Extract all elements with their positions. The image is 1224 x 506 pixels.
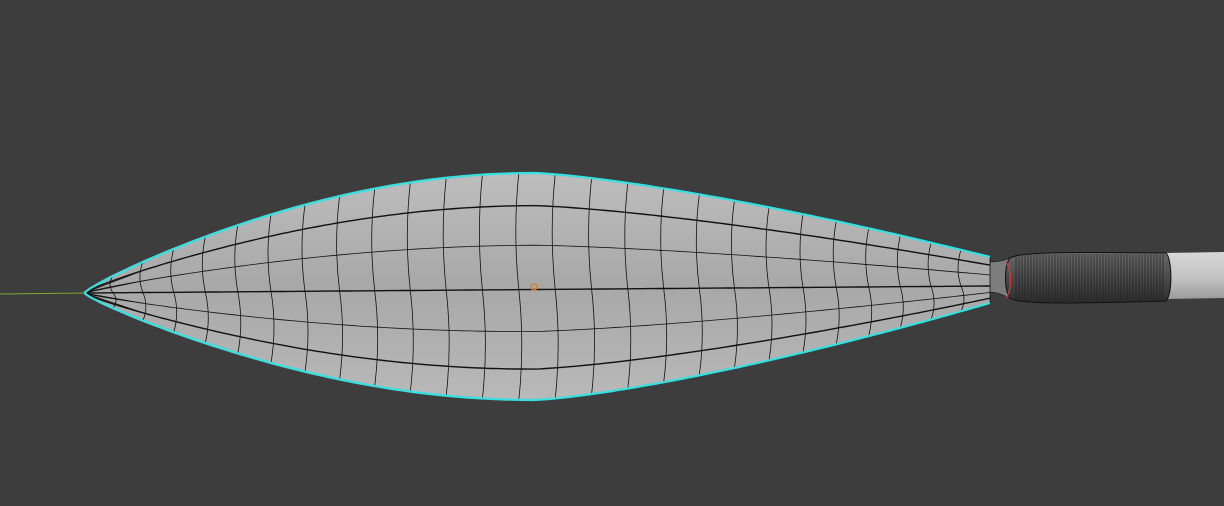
3d-viewport[interactable] — [0, 0, 1224, 506]
x-axis-line — [0, 292, 87, 295]
stem-shaft[interactable] — [1165, 252, 1224, 299]
viewport-scene[interactable] — [0, 0, 1224, 506]
stem[interactable] — [987, 252, 1224, 304]
